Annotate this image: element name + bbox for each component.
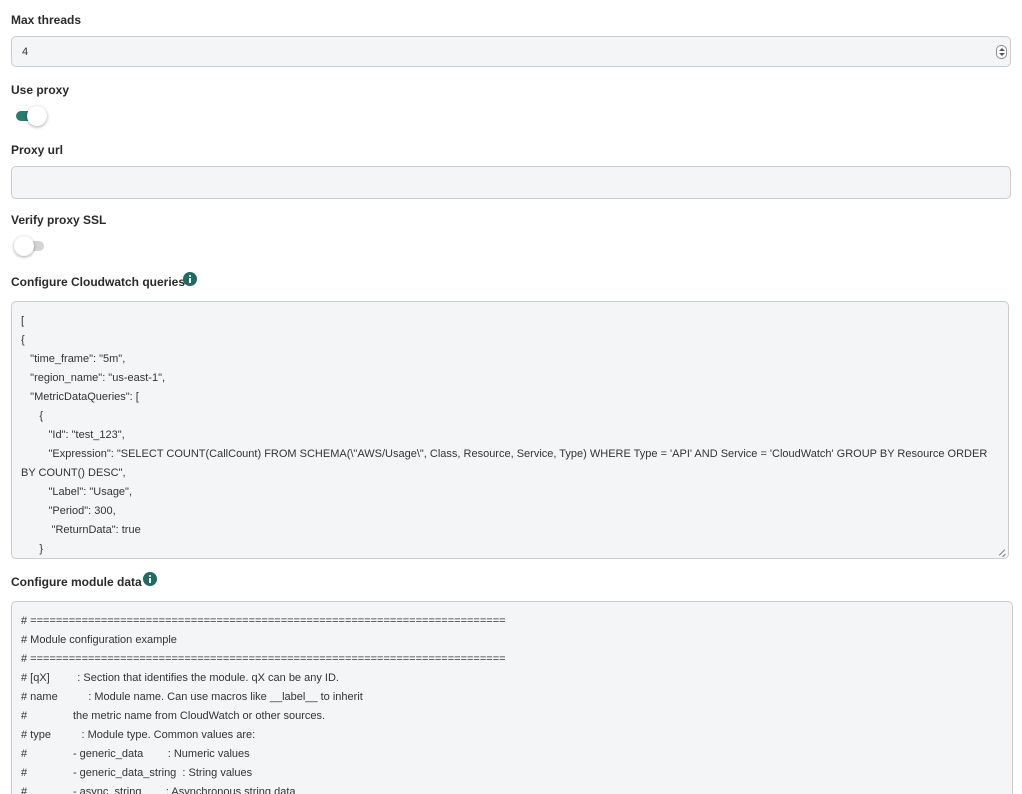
proxy-url-label: Proxy url [11, 143, 64, 157]
proxy-url-field-container [11, 166, 1011, 199]
max-threads-label: Max threads [11, 13, 82, 27]
info-icon[interactable] [183, 272, 197, 286]
use-proxy-label: Use proxy [11, 83, 70, 97]
toggle-knob[interactable] [27, 106, 47, 126]
cloudwatch-queries-content[interactable]: [ { "time_frame": "5m", "region_name": "… [12, 302, 1008, 558]
number-spinner-icon[interactable] [996, 45, 1007, 59]
cloudwatch-queries-label: Configure Cloudwatch queries [11, 275, 186, 289]
module-data-label: Configure module data [11, 575, 142, 589]
verify-proxy-ssl-toggle[interactable] [14, 236, 46, 256]
max-threads-input[interactable] [12, 37, 1010, 66]
settings-form: Max threads Use proxy Proxy url Verify p… [0, 0, 1022, 794]
module-data-content[interactable]: # ======================================… [12, 602, 1012, 794]
proxy-url-input[interactable] [12, 167, 1010, 198]
spinner-down-icon[interactable] [999, 53, 1005, 56]
cloudwatch-queries-textarea[interactable]: [ { "time_frame": "5m", "region_name": "… [11, 301, 1009, 559]
use-proxy-toggle[interactable] [14, 106, 47, 126]
max-threads-field-container [11, 36, 1011, 67]
resize-grip-icon[interactable] [997, 547, 1007, 557]
spinner-up-icon[interactable] [999, 48, 1005, 51]
info-icon[interactable] [143, 572, 157, 586]
toggle-knob[interactable] [14, 236, 34, 256]
module-data-textarea[interactable]: # ======================================… [11, 601, 1013, 794]
verify-proxy-ssl-label: Verify proxy SSL [11, 213, 107, 227]
